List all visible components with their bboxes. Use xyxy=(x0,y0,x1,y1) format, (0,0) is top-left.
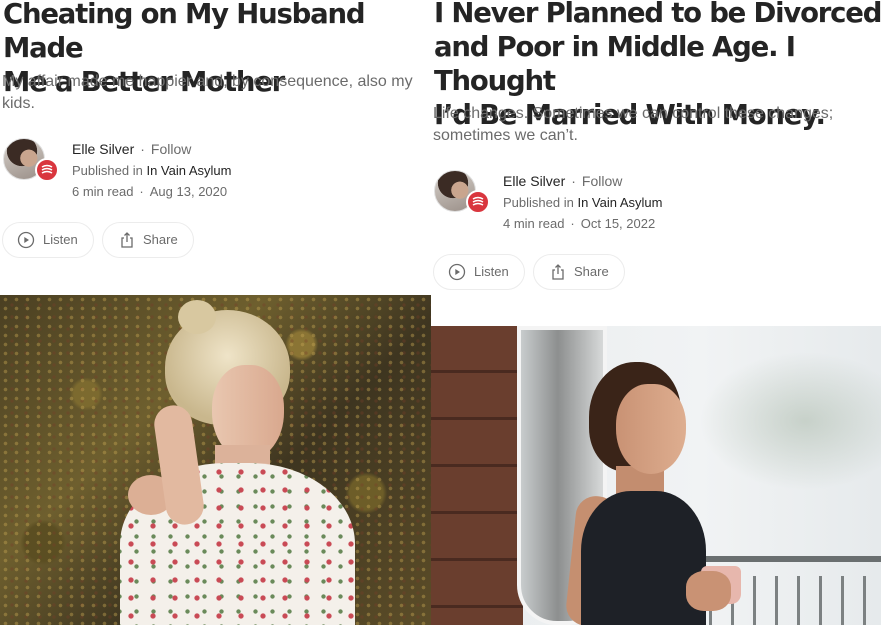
listen-button[interactable]: Listen xyxy=(433,254,525,290)
publication-link[interactable]: In Vain Asylum xyxy=(577,195,662,210)
read-time: 6 min read xyxy=(72,184,134,199)
separator-dot: · xyxy=(139,184,144,199)
read-time: 4 min read xyxy=(503,216,565,231)
listen-label: Listen xyxy=(43,232,78,247)
published-in-label: Published in xyxy=(503,195,574,210)
share-button[interactable]: Share xyxy=(533,254,625,290)
publish-date: Oct 15, 2022 xyxy=(580,216,656,231)
publication-line: Published in In Vain Asylum xyxy=(72,162,231,179)
article-card-left: Cheating on My Husband Made Me a Better … xyxy=(0,0,431,625)
article-card-right: I Never Planned to be Divorced and Poor … xyxy=(431,0,881,625)
publication-line: Published in In Vain Asylum xyxy=(503,194,662,211)
article-hero-image xyxy=(431,326,881,625)
separator-dot: · xyxy=(570,216,575,231)
publication-logo-icon[interactable] xyxy=(35,158,59,182)
read-meta: 6 min read · Aug 13, 2020 xyxy=(72,183,227,200)
article-hero-image xyxy=(0,295,431,625)
play-circle-icon xyxy=(17,231,35,249)
author-byline: Elle Silver · Follow Published in In Vain … xyxy=(434,170,854,232)
author-name[interactable]: Elle Silver xyxy=(72,141,134,157)
author-line: Elle Silver · Follow xyxy=(503,172,622,190)
follow-link[interactable]: Follow xyxy=(582,173,622,189)
separator-dot: · xyxy=(140,141,145,157)
share-upload-icon xyxy=(552,264,564,280)
share-label: Share xyxy=(143,232,178,247)
play-circle-icon xyxy=(448,263,466,281)
publication-link[interactable]: In Vain Asylum xyxy=(146,163,231,178)
listen-button[interactable]: Listen xyxy=(2,222,94,258)
share-button[interactable]: Share xyxy=(102,222,194,258)
publication-logo-icon[interactable] xyxy=(466,190,490,214)
share-label: Share xyxy=(574,264,609,279)
publish-date: Aug 13, 2020 xyxy=(149,184,228,199)
published-in-label: Published in xyxy=(72,163,143,178)
share-upload-icon xyxy=(121,232,133,248)
follow-link[interactable]: Follow xyxy=(151,141,191,157)
article-subtitle: Life changes. Sometimes we can control t… xyxy=(433,105,834,144)
article-subtitle: My affair made me happier and, by conseq… xyxy=(2,73,413,112)
read-meta: 4 min read · Oct 15, 2022 xyxy=(503,215,655,232)
author-byline: Elle Silver · Follow Published in In Vain … xyxy=(3,138,423,200)
author-name[interactable]: Elle Silver xyxy=(503,173,565,189)
separator-dot: · xyxy=(571,173,576,189)
author-line: Elle Silver · Follow xyxy=(72,140,191,158)
listen-label: Listen xyxy=(474,264,509,279)
